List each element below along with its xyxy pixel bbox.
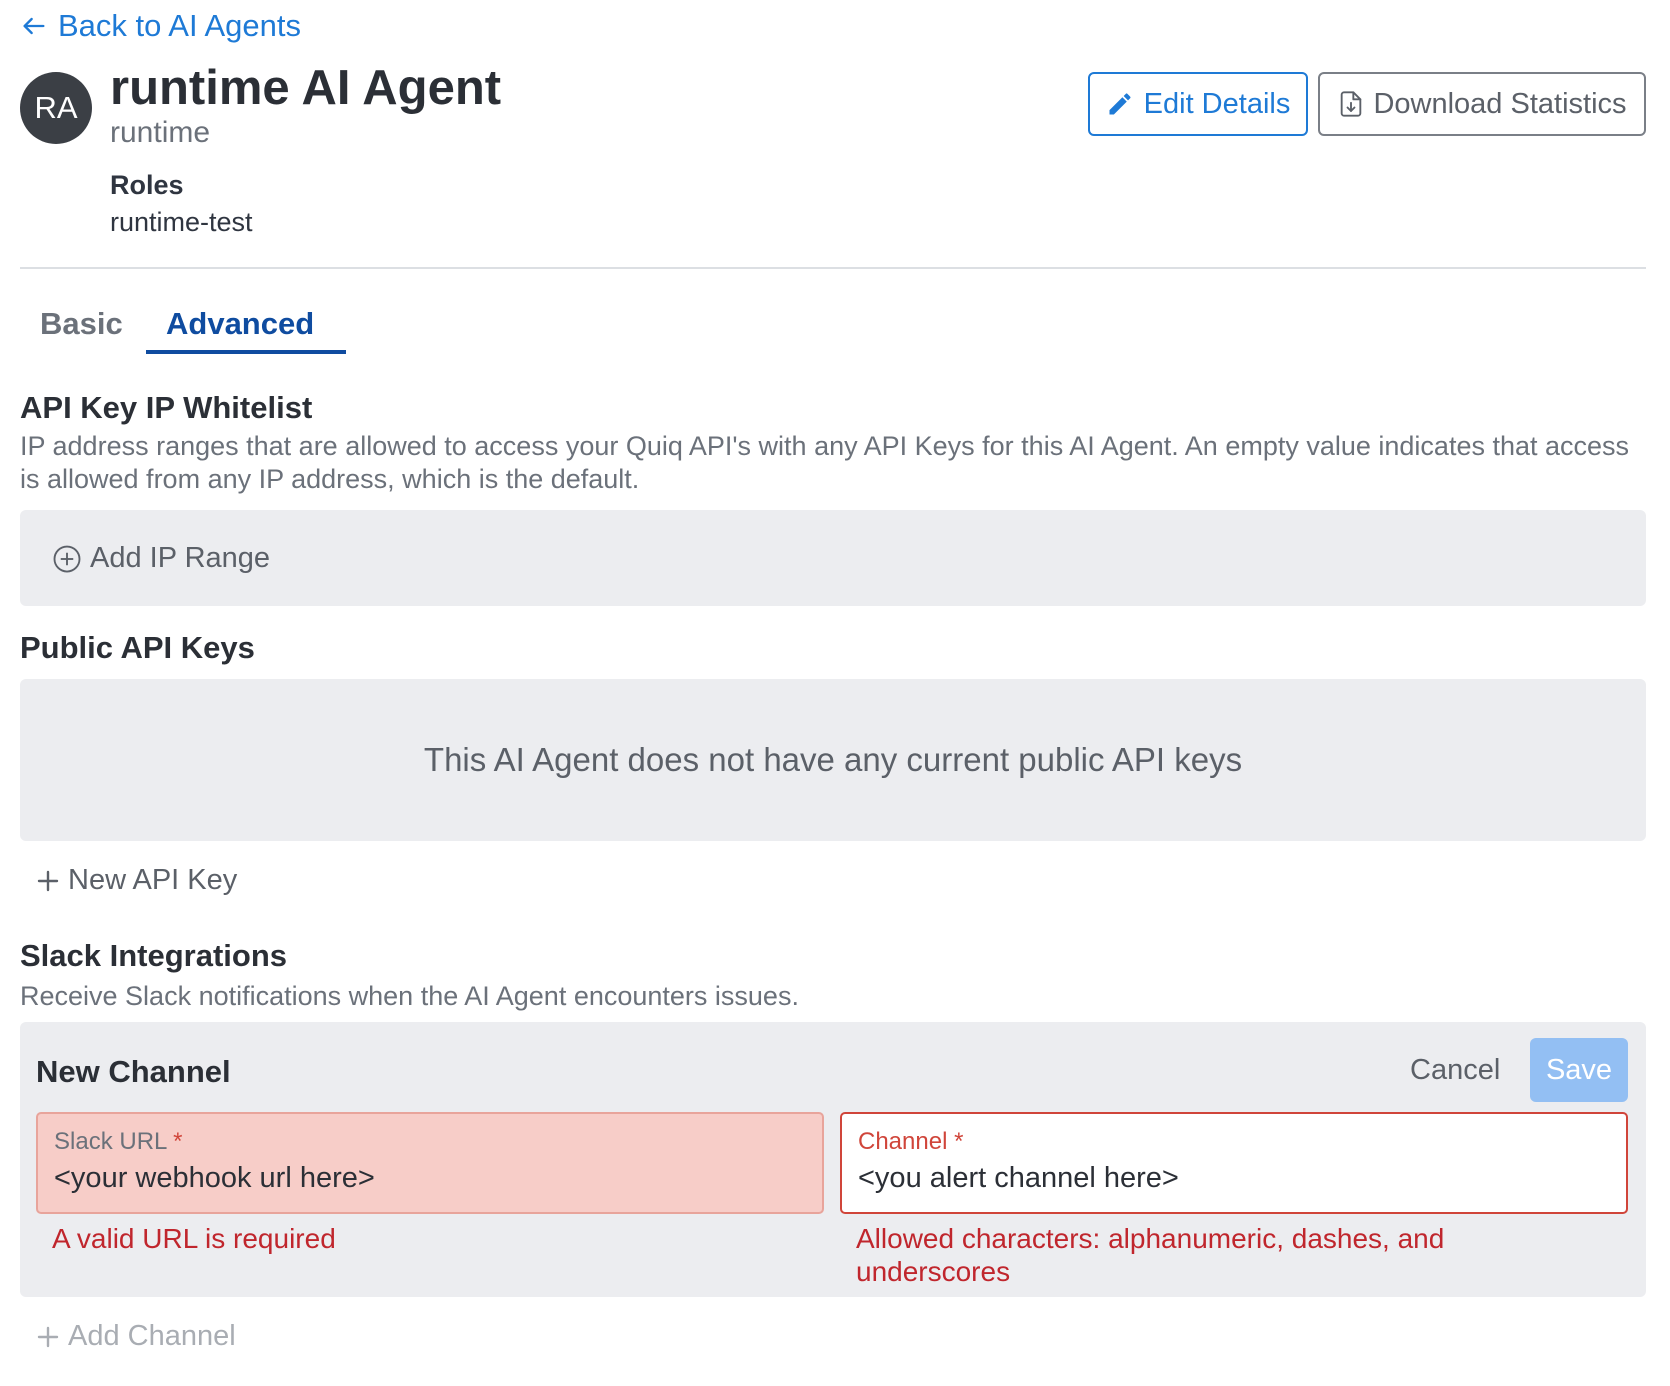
slack-url-label-text: Slack URL [54,1128,167,1155]
new-channel-title: New Channel [36,1054,231,1089]
roles-value: runtime-test [110,207,253,237]
save-button[interactable]: Save [1530,1038,1628,1102]
download-statistics-label: Download Statistics [1373,87,1627,120]
avatar: RA [20,72,92,144]
download-statistics-button[interactable]: Download Statistics [1318,72,1646,136]
edit-details-label: Edit Details [1143,87,1291,120]
public-keys-title: Public API Keys [20,630,255,665]
public-keys-empty-message: This AI Agent does not have any current … [423,741,1243,778]
back-to-agents-link[interactable]: Back to AI Agents [20,8,301,44]
channel-label-text: Channel [858,1128,948,1155]
slack-url-error: A valid URL is required [52,1223,336,1254]
plus-icon [37,870,59,891]
new-api-key-label: New API Key [68,864,238,896]
file-download-icon [1341,91,1362,117]
save-button-label: Save [1545,1053,1613,1086]
tab-basic[interactable]: Basic [40,306,123,342]
add-channel-label: Add Channel [68,1320,236,1352]
active-tab-indicator [146,350,346,354]
page-title: runtime AI Agent [110,61,502,115]
ip-whitelist-description: IP address ranges that are allowed to ac… [20,431,1630,494]
add-ip-range-label: Add IP Range [90,542,271,574]
slack-url-field[interactable]: Slack URL * [36,1112,824,1214]
avatar-initials: RA [34,90,78,125]
plus-icon [37,1326,59,1347]
required-mark: * [173,1128,183,1155]
slack-url-input[interactable] [54,1162,806,1195]
channel-input[interactable] [858,1162,1610,1195]
tab-advanced[interactable]: Advanced [166,306,314,342]
ip-whitelist-title: API Key IP Whitelist [20,390,313,425]
channel-label: Channel * [858,1128,1610,1156]
arrow-left-icon [23,17,45,35]
pencil-icon [1109,93,1131,115]
slack-description: Receive Slack notifications when the AI … [20,981,799,1011]
slack-url-label: Slack URL * [54,1128,806,1156]
public-keys-panel: This AI Agent does not have any current … [20,679,1646,841]
plus-circle-icon [53,545,81,572]
cancel-button[interactable]: Cancel [1410,1054,1500,1087]
channel-error: Allowed characters: alphanumeric, dashes… [856,1223,1445,1287]
new-api-key-button[interactable]: New API Key [36,864,237,897]
back-link-label: Back to AI Agents [58,8,301,43]
agent-subtitle: runtime [110,116,211,149]
slack-title: Slack Integrations [20,938,288,973]
add-ip-range-button[interactable]: Add IP Range [52,542,270,575]
ip-whitelist-panel: Add IP Range [20,510,1646,606]
roles-label: Roles [110,170,184,200]
ai-agent-advanced-page: Back to AI Agents RA runtime AI Agent ru… [0,0,1670,1386]
new-channel-panel: New Channel Cancel Save Slack URL * A va… [20,1022,1646,1297]
edit-details-button[interactable]: Edit Details [1088,72,1308,136]
add-channel-button[interactable]: Add Channel [36,1320,236,1353]
channel-field[interactable]: Channel * [840,1112,1628,1214]
required-mark: * [954,1128,964,1155]
header-divider [20,267,1646,269]
